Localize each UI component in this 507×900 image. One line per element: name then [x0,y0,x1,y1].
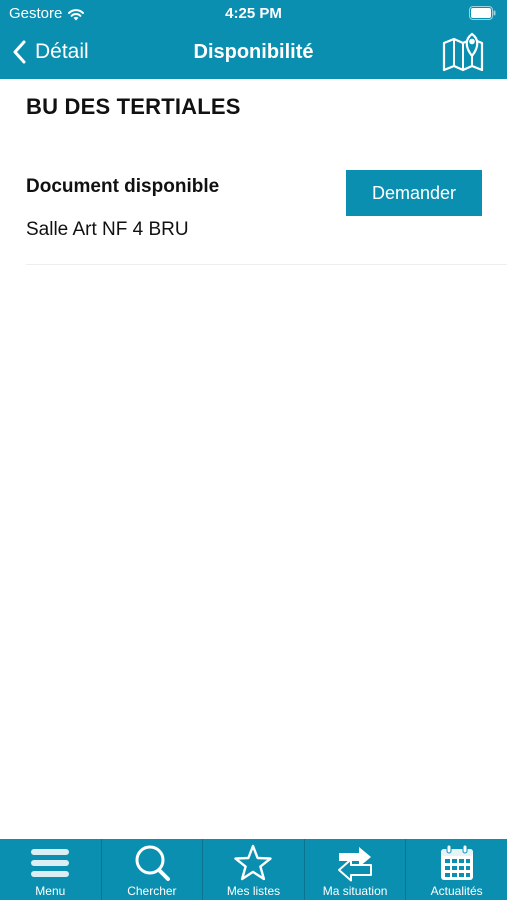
swap-arrows-icon [333,843,377,883]
tab-menu-label: Menu [35,884,66,898]
row-divider [26,264,507,265]
tab-situation[interactable]: Ma situation [303,839,406,900]
tab-situation-label: Ma situation [322,884,388,898]
tab-menu[interactable]: Menu [0,839,101,900]
search-icon [130,843,174,883]
tab-search[interactable]: Chercher [100,839,203,900]
page-title: Disponibilité [193,41,314,63]
star-icon [231,843,275,883]
tab-search-label: Chercher [127,884,177,898]
tab-bar: Menu Chercher Mes listes Ma situation Ac… [0,839,507,900]
availability-status: Document disponible [26,176,220,197]
request-button[interactable]: Demander [346,170,482,216]
tab-news[interactable]: Actualités [405,839,507,900]
map-pin-icon[interactable] [442,31,484,73]
tab-lists-label: Mes listes [226,884,281,898]
tab-lists[interactable]: Mes listes [202,839,304,900]
availability-row: Document disponible Salle Art NF 4 BRU D… [0,157,507,265]
top-bar: Gestore 4:25 PM Détail Disponibilité [0,0,507,79]
tab-news-label: Actualités [430,884,483,898]
menu-icon [28,843,72,883]
calendar-icon [435,843,479,883]
status-time: 4:25 PM [225,5,282,22]
library-name: BU DES TERTIALES [26,94,241,119]
battery-icon [469,6,496,20]
shelf-location: Salle Art NF 4 BRU [26,219,189,240]
